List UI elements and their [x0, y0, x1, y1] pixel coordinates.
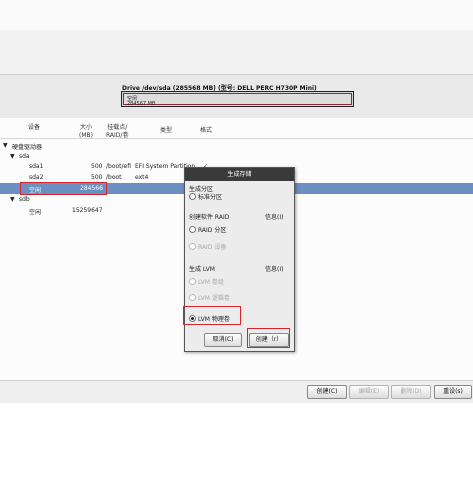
edit-button[interactable]: 编辑(E) [349, 385, 389, 399]
dialog-cancel-button[interactable]: 取消(C) [204, 333, 242, 347]
row-device: sdb [19, 196, 30, 203]
lvm-volume-group-label[interactable]: LVM 卷组 [198, 277, 224, 286]
row-device: sda [19, 153, 30, 160]
row-device: sda2 [29, 174, 44, 181]
lvm-logical-volume-radio[interactable] [189, 294, 196, 301]
section-lvm-label: 生成 LVM [189, 266, 215, 273]
header-separator [0, 138, 473, 139]
row-device: 空闲 [29, 209, 42, 216]
row-size: 500 [91, 174, 103, 181]
row-type: ext4 [135, 174, 149, 181]
header-size-line1: 大小 [79, 124, 92, 131]
header-format[interactable]: 格式 [200, 127, 212, 135]
raid-partition-radio[interactable] [189, 226, 196, 233]
standard-partition-label[interactable]: 标准分区 [198, 192, 222, 201]
delete-button[interactable]: 删除(D) [391, 385, 431, 399]
reset-button[interactable]: 重设(s) [434, 385, 472, 399]
row-device: sda1 [29, 163, 44, 170]
header-type[interactable]: 类型 [160, 127, 172, 135]
create-button[interactable]: 创建(C) [307, 385, 347, 399]
row-mount: /boot/efi [106, 163, 132, 170]
lower-blank-area [0, 403, 473, 477]
section-raid-label: 创建软件 RAID [189, 214, 230, 221]
raid-device-radio[interactable] [189, 243, 196, 250]
highlight-box-lvm-pv [183, 306, 241, 325]
expand-caret-icon[interactable]: ▼ [10, 196, 15, 203]
standard-partition-radio[interactable] [189, 193, 196, 200]
header-mount-line1: 挂载点/ [107, 124, 128, 131]
top-band [0, 0, 473, 30]
raid-info-button[interactable]: 信息(I) [265, 212, 283, 221]
lvm-volume-group-radio[interactable] [189, 278, 196, 285]
tree-root-label: 硬盘驱动器 [12, 144, 43, 151]
raid-partition-label[interactable]: RAID 分区 [198, 225, 226, 234]
dialog-title: 生成存储 [185, 168, 294, 181]
tree-row-hard-drives[interactable]: ▼ 硬盘驱动器 [0, 140, 473, 151]
expand-caret-icon[interactable]: ▼ [10, 153, 15, 160]
row-mount: /boot [106, 174, 122, 181]
free-space-size: 284567 MB [127, 101, 156, 107]
raid-device-label[interactable]: RAID 设备 [198, 242, 226, 251]
expand-caret-icon[interactable]: ▼ [3, 142, 8, 149]
row-size: 15259647 [72, 207, 103, 214]
highlight-box-create [247, 328, 290, 348]
lvm-logical-volume-label[interactable]: LVM 逻辑卷 [198, 293, 230, 302]
row-size: 500 [91, 163, 103, 170]
header-device[interactable]: 设备 [28, 124, 40, 132]
lvm-info-button[interactable]: 信息(I) [265, 264, 283, 273]
drive-usage-bar[interactable]: 空闲 284567 MB [121, 91, 354, 107]
free-space-segment[interactable]: 空闲 284567 MB [123, 93, 352, 107]
